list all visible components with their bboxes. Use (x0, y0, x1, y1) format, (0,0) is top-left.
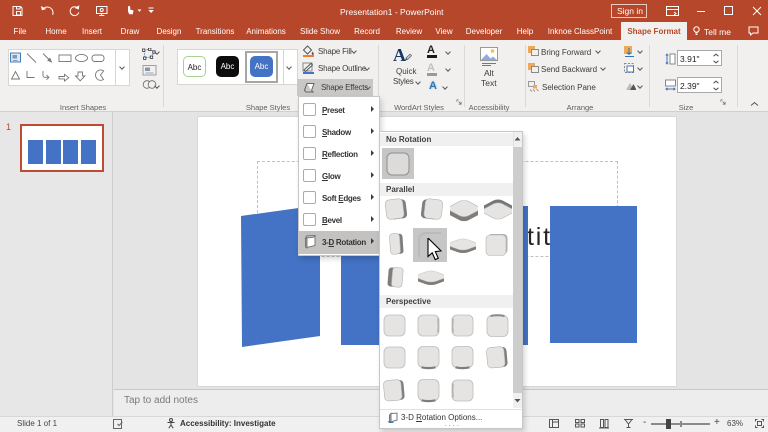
svg-text:A: A (393, 45, 406, 64)
